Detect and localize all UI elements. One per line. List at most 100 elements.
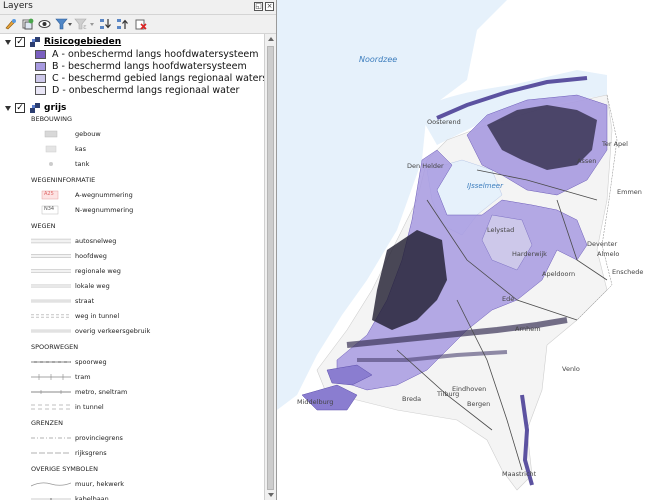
legend-label: regionale weg (75, 267, 121, 275)
place-label: Maastricht (502, 470, 537, 478)
panel-title: Layers (3, 1, 33, 11)
layer-tree: ✓ Risicogebieden A - onbeschermd langs h… (0, 34, 264, 500)
expand-all-icon[interactable] (99, 18, 112, 30)
legend-label: overig verkeersgebruik (75, 327, 151, 335)
place-label: Breda (402, 395, 422, 403)
legend-color-swatch (35, 86, 46, 95)
scroll-up-icon[interactable] (268, 37, 274, 41)
legend-item[interactable]: rijksgrens (31, 447, 231, 459)
scrollbar-thumb[interactable] (267, 46, 274, 490)
road-number-symbol-text: A25 (44, 191, 54, 197)
place-label: Apeldoorn (542, 270, 576, 278)
place-label: Bergen (467, 400, 491, 408)
manage-map-themes-icon[interactable] (38, 18, 51, 30)
collapse-all-icon[interactable] (116, 18, 129, 30)
place-label: Assen (577, 157, 597, 165)
close-panel-icon[interactable]: × (265, 2, 274, 11)
legend-item[interactable]: hoofdweg (31, 250, 231, 262)
legend-label: weg in tunnel (75, 312, 120, 320)
map-canvas[interactable]: Noordzee IJsselmeer Oosterend Den Helder A… (277, 0, 662, 500)
legend-symbol (31, 404, 71, 410)
place-label: Arnhem (515, 325, 541, 333)
place-label: Deventer (587, 240, 618, 248)
road-number-symbol-text: N34 (44, 206, 55, 212)
legend-symbol (31, 299, 71, 303)
legend-symbol (31, 482, 71, 487)
place-label: Ter Apel (602, 140, 628, 148)
legend-item[interactable]: gebouw (31, 128, 231, 140)
legend-item[interactable]: spoorweg (31, 356, 231, 368)
legend-item[interactable]: lokale weg (31, 280, 231, 292)
legend-label: gebouw (75, 130, 101, 138)
place-label: Enschede (612, 268, 644, 276)
add-group-icon[interactable] (21, 18, 34, 30)
legend-symbol (31, 374, 71, 380)
legend-label: tram (75, 373, 91, 381)
legend-color-swatch (35, 62, 46, 71)
scroll-down-icon[interactable] (268, 493, 274, 497)
place-label: Venlo (562, 365, 580, 373)
place-label: Oosterend (427, 118, 461, 126)
legend-label: provinciegrens (75, 434, 123, 442)
layer-tree-scrollbar[interactable] (264, 34, 276, 500)
place-label: Den Helder (407, 162, 444, 170)
legend-item[interactable]: regionale weg (31, 265, 231, 277)
legend-label: metro, sneltram (75, 388, 128, 396)
legend-item[interactable]: tank (31, 158, 231, 170)
legend-label: N-wegnummering (75, 206, 134, 214)
filter-by-expression-icon[interactable]: ε (74, 18, 96, 30)
collapse-arrow-icon[interactable] (5, 40, 11, 45)
collapse-arrow-icon[interactable] (5, 106, 11, 111)
legend-symbol (31, 437, 71, 439)
legend-item[interactable]: A25 A-wegnummering (31, 189, 231, 201)
raster-layer-icon (30, 37, 40, 47)
legend-label: lokale weg (75, 282, 110, 290)
layer-visibility-checkbox[interactable]: ✓ (15, 37, 25, 47)
legend-item[interactable]: in tunnel (31, 401, 231, 413)
place-label: Ede (502, 295, 515, 303)
legend-symbol (45, 145, 57, 153)
legend-label: tank (75, 160, 90, 168)
layer-name-risicogebieden[interactable]: Risicogebieden (44, 37, 121, 47)
legend-item[interactable]: tram (31, 371, 231, 383)
legend-item[interactable]: kas (31, 143, 231, 155)
place-label: Middelburg (297, 398, 334, 406)
legend-symbol (44, 130, 58, 138)
legend-label: kas (75, 145, 87, 153)
remove-layer-icon[interactable] (134, 18, 147, 30)
panel-titlebar: Layers ◱ × (0, 0, 276, 15)
legend-label: B - beschermd langs hoofdwatersysteem (52, 61, 247, 72)
raster-layer-icon (30, 103, 40, 113)
legend-symbol (31, 284, 71, 288)
legend-item[interactable]: straat (31, 295, 231, 307)
legend-item[interactable]: provinciegrens (31, 432, 231, 444)
legend-section-title: GRENZEN (31, 419, 63, 427)
place-label: Harderwijk (512, 250, 547, 258)
legend-section-title: SPOORWEGEN (31, 343, 79, 351)
lake-label: IJsselmeer (467, 182, 503, 190)
legend-item[interactable]: N34 N-wegnummering (31, 204, 231, 216)
legend-label: straat (75, 297, 95, 305)
legend-symbol (31, 498, 71, 500)
legend-label: A-wegnummering (75, 191, 133, 199)
layer-visibility-checkbox[interactable]: ✓ (15, 103, 25, 113)
float-panel-icon[interactable]: ◱ (254, 2, 263, 11)
legend-item[interactable]: metro, sneltram (31, 386, 231, 398)
svg-text:ε: ε (83, 23, 87, 30)
legend-item[interactable]: autosnelweg (31, 235, 231, 247)
filter-legend-icon[interactable] (55, 18, 73, 30)
legend-item[interactable]: kabelbaan (31, 493, 231, 500)
legend-color-swatch (35, 50, 46, 59)
legend-label: C - beschermd gebied langs regionaal wat… (52, 73, 264, 84)
layers-toolbar: ε (0, 15, 276, 34)
legend-symbol (31, 452, 71, 454)
legend-item[interactable]: weg in tunnel (31, 310, 231, 322)
open-layer-styling-icon[interactable] (4, 18, 17, 30)
layer-name-grijs[interactable]: grijs (44, 103, 66, 113)
legend-label: muur, hekwerk (75, 480, 125, 488)
legend-item[interactable]: overig verkeersgebruik (31, 325, 231, 337)
legend-symbol (31, 238, 71, 244)
legend-symbol (31, 269, 71, 273)
legend-label: rijksgrens (75, 449, 107, 457)
legend-item[interactable]: muur, hekwerk (31, 478, 231, 490)
